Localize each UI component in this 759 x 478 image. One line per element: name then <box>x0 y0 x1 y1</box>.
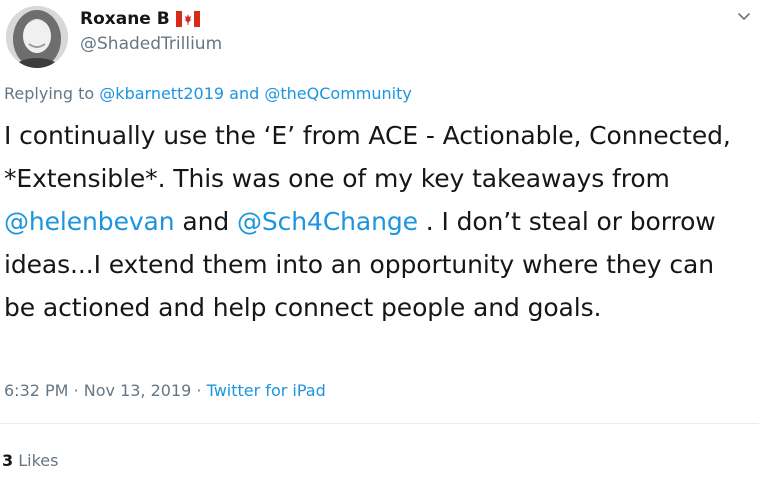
likes-stat[interactable]: 3 Likes <box>2 451 58 470</box>
tweet-meta: 6:32 PM · Nov 13, 2019 · Twitter for iPa… <box>4 381 326 400</box>
divider <box>0 423 759 424</box>
tweet-source[interactable]: Twitter for iPad <box>207 381 326 400</box>
meta-separator: · <box>196 381 202 400</box>
canada-flag-icon <box>175 11 200 27</box>
replying-to-line: Replying to @kbarnett2019 and @theQCommu… <box>4 84 412 103</box>
meta-separator: · <box>73 381 79 400</box>
author-name[interactable]: Roxane B <box>80 9 170 29</box>
likes-count: 3 <box>2 451 14 470</box>
reply-mention-theqcommunity[interactable]: @theQCommunity <box>264 84 411 103</box>
tweet-text-part-1: I continually use the ‘E’ from ACE - Act… <box>4 121 731 193</box>
tweet-date[interactable]: Nov 13, 2019 <box>84 381 192 400</box>
author-handle[interactable]: @ShadedTrillium <box>80 34 222 54</box>
mention-helenbevan[interactable]: @helenbevan <box>4 207 175 236</box>
author-avatar[interactable] <box>6 6 68 68</box>
tweet-time[interactable]: 6:32 PM <box>4 381 68 400</box>
mention-sch4change[interactable]: @Sch4Change <box>237 207 418 236</box>
replying-prefix: Replying to <box>4 84 95 103</box>
author-name-row: Roxane B <box>80 6 200 32</box>
likes-label: Likes <box>18 451 59 470</box>
chevron-down-icon[interactable] <box>736 8 752 24</box>
tweet-text: I continually use the ‘E’ from ACE - Act… <box>4 114 744 329</box>
reply-and: and <box>229 84 260 103</box>
reply-mention-kbarnett[interactable]: @kbarnett2019 <box>99 84 224 103</box>
tweet-text-part-2: and <box>174 207 237 236</box>
